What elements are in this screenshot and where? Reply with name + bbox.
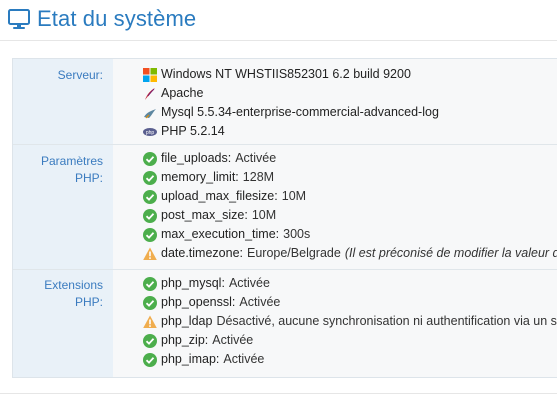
- extension-key: php_zip:: [161, 333, 209, 347]
- php-params-values: file_uploads: Activée memory_limit: 128M u…: [113, 145, 557, 269]
- server-php-text: PHP 5.2.14: [161, 124, 225, 138]
- check-circle-icon: [143, 333, 157, 348]
- extension-line: php_openssl: Activée: [143, 293, 557, 312]
- server-label: Serveur:: [57, 68, 103, 82]
- php-params-label-cell: Paramètres PHP:: [13, 145, 113, 269]
- param-value: 10M: [281, 189, 307, 203]
- server-label-cell: Serveur:: [13, 59, 113, 144]
- param-note: (Il est préconisé de modifier la valeur …: [344, 246, 557, 260]
- check-circle-icon: [143, 170, 157, 185]
- extension-key: php_mysql:: [161, 276, 225, 290]
- warning-triangle-icon: [143, 315, 157, 328]
- param-key: file_uploads:: [161, 151, 232, 165]
- extension-line: php_ldap Désactivé, aucune synchronisatio…: [143, 312, 557, 331]
- page-title: Etat du système: [37, 6, 197, 31]
- php-extensions-row: Extensions PHP: php_mysql: Activée php_op…: [13, 270, 557, 377]
- server-php-line: php PHP 5.2.14: [143, 122, 557, 141]
- param-line: date.timezone: Europe/Belgrade (Il est pré…: [143, 244, 557, 263]
- check-circle-icon: [143, 227, 157, 242]
- extension-value: Activée: [223, 352, 265, 366]
- param-key: max_execution_time:: [161, 227, 280, 241]
- php-extensions-values: php_mysql: Activée php_openssl: Activée ph…: [113, 270, 557, 377]
- php-params-label-line1: Paramètres: [40, 154, 103, 168]
- param-line: max_execution_time: 300s: [143, 225, 557, 244]
- extension-value: Activée: [212, 333, 254, 347]
- check-circle-icon: [143, 352, 157, 367]
- check-circle-icon: [143, 189, 157, 204]
- extension-key: php_openssl:: [161, 295, 236, 309]
- warning-triangle-icon: [143, 247, 157, 260]
- param-key: date.timezone:: [161, 246, 243, 260]
- monitor-icon: [8, 8, 30, 29]
- server-db-text: Mysql 5.5.34-enterprise-commercial-advan…: [161, 105, 439, 119]
- php-params-row: Paramètres PHP: file_uploads: Activée mem…: [13, 145, 557, 269]
- extension-key: php_ldap: [161, 314, 213, 328]
- check-circle-icon: [143, 208, 157, 223]
- param-value: Europe/Belgrade: [247, 246, 341, 260]
- server-web-text: Apache: [161, 86, 204, 100]
- extension-value: Activée: [228, 276, 270, 290]
- php-extensions-label: Extensions PHP:: [44, 278, 103, 309]
- mysql-logo-icon: [144, 108, 156, 118]
- extension-line: php_mysql: Activée: [143, 274, 557, 293]
- param-value: Activée: [235, 151, 277, 165]
- server-web-line: Apache: [143, 84, 557, 103]
- check-circle-icon: [143, 151, 157, 166]
- extension-line: php_zip: Activée: [143, 331, 557, 350]
- extension-line: php_imap: Activée: [143, 350, 557, 369]
- page-header: Etat du système: [8, 6, 196, 32]
- check-circle-icon: [143, 295, 157, 310]
- apache-feather-icon: [145, 87, 155, 100]
- system-status-panel: Serveur: Windows NT WHSTIIS852301 6.2 bu…: [12, 58, 557, 378]
- php-extensions-label-cell: Extensions PHP:: [13, 270, 113, 377]
- check-circle-icon: [143, 276, 157, 291]
- param-key: upload_max_filesize:: [161, 189, 278, 203]
- extension-key: php_imap:: [161, 352, 220, 366]
- server-values: Windows NT WHSTIIS852301 6.2 build 9200 …: [113, 59, 557, 144]
- param-key: post_max_size:: [161, 208, 248, 222]
- server-row: Serveur: Windows NT WHSTIIS852301 6.2 bu…: [13, 59, 557, 144]
- php-logo-icon: php: [143, 127, 157, 136]
- param-value: 300s: [283, 227, 311, 241]
- param-value: 10M: [251, 208, 277, 222]
- param-line: upload_max_filesize: 10M: [143, 187, 557, 206]
- header-divider: [0, 40, 557, 41]
- param-line: post_max_size: 10M: [143, 206, 557, 225]
- extension-value: Activée: [239, 295, 281, 309]
- extension-value: Désactivé, aucune synchronisation ni aut…: [216, 314, 557, 328]
- param-line: memory_limit: 128M: [143, 168, 557, 187]
- svg-text:php: php: [146, 130, 155, 136]
- param-value: 128M: [242, 170, 275, 184]
- server-os-text: Windows NT WHSTIIS852301 6.2 build 9200: [161, 67, 411, 81]
- php-params-label-line2: PHP:: [74, 171, 103, 185]
- server-os-line: Windows NT WHSTIIS852301 6.2 build 9200: [143, 65, 557, 84]
- windows-logo-icon: [143, 67, 157, 82]
- footer-divider: [0, 393, 557, 394]
- param-line: file_uploads: Activée: [143, 149, 557, 168]
- param-key: memory_limit:: [161, 170, 239, 184]
- server-db-line: Mysql 5.5.34-enterprise-commercial-advan…: [143, 103, 557, 122]
